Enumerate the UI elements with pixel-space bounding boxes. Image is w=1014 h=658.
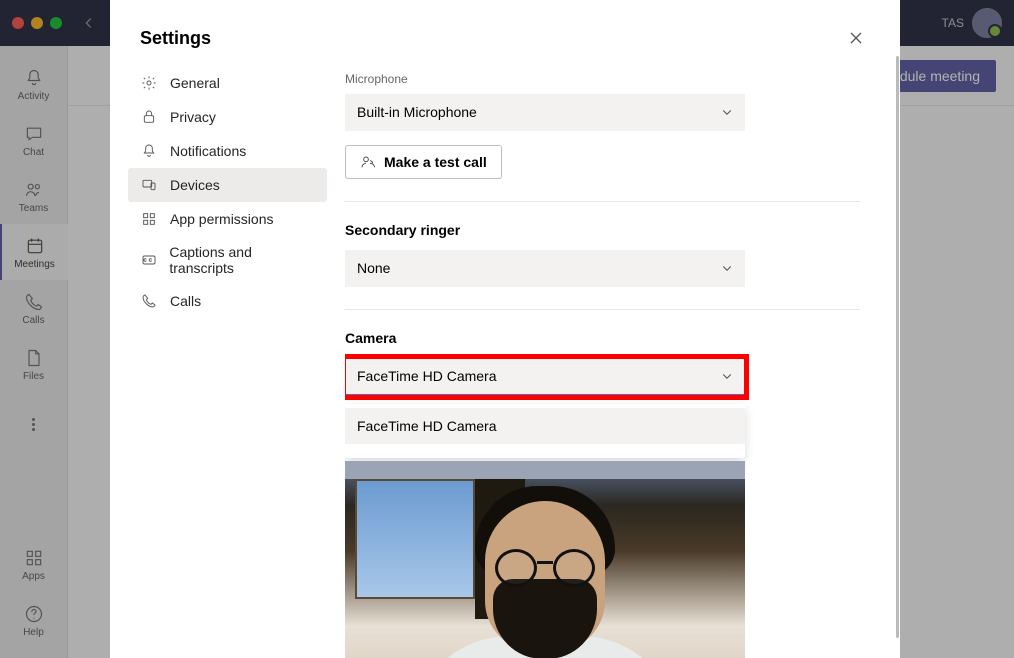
secondary-ringer-dropdown[interactable]: None	[345, 250, 745, 287]
camera-heading: Camera	[345, 330, 860, 346]
nav-label: Captions and transcripts	[169, 244, 315, 276]
nav-general[interactable]: General	[128, 66, 327, 100]
microphone-dropdown[interactable]: Built-in Microphone	[345, 94, 745, 131]
gear-icon	[140, 74, 158, 92]
microphone-value: Built-in Microphone	[357, 104, 477, 120]
nav-label: Calls	[170, 293, 201, 309]
secondary-ringer-value: None	[357, 260, 390, 276]
camera-dropdown-menu: FaceTime HD Camera	[345, 404, 745, 458]
scrollbar[interactable]	[896, 56, 899, 638]
camera-dropdown[interactable]: FaceTime HD Camera	[345, 358, 745, 396]
nav-label: App permissions	[170, 211, 274, 227]
nav-label: Devices	[170, 177, 220, 193]
microphone-label: Microphone	[345, 72, 860, 86]
chevron-down-icon	[721, 106, 733, 118]
grid-icon	[140, 210, 158, 228]
test-call-button[interactable]: Make a test call	[345, 145, 502, 179]
close-button[interactable]	[842, 24, 870, 52]
chevron-down-icon	[721, 370, 733, 382]
devices-icon	[140, 176, 158, 194]
secondary-ringer-heading: Secondary ringer	[345, 222, 860, 238]
bell-icon	[140, 142, 158, 160]
test-call-label: Make a test call	[384, 154, 487, 170]
camera-value: FaceTime HD Camera	[357, 368, 497, 384]
settings-title: Settings	[140, 28, 211, 49]
nav-captions[interactable]: Captions and transcripts	[128, 236, 327, 284]
phone-icon	[140, 292, 158, 310]
nav-app-permissions[interactable]: App permissions	[128, 202, 327, 236]
person-call-icon	[360, 154, 376, 170]
lock-icon	[140, 108, 158, 126]
nav-calls[interactable]: Calls	[128, 284, 327, 318]
chevron-down-icon	[721, 262, 733, 274]
nav-label: Privacy	[170, 109, 216, 125]
camera-option[interactable]: FaceTime HD Camera	[345, 408, 745, 444]
settings-sidebar: General Privacy Notifications Devices Ap…	[110, 66, 345, 658]
settings-modal: Settings General Privacy Notifications D…	[110, 0, 900, 658]
captions-icon	[140, 251, 157, 269]
nav-devices[interactable]: Devices	[128, 168, 327, 202]
nav-privacy[interactable]: Privacy	[128, 100, 327, 134]
nav-label: Notifications	[170, 143, 246, 159]
close-icon	[848, 30, 864, 46]
nav-label: General	[170, 75, 220, 91]
camera-preview: Preview	[345, 461, 745, 658]
nav-notifications[interactable]: Notifications	[128, 134, 327, 168]
settings-content: Microphone Built-in Microphone Make a te…	[345, 66, 900, 658]
